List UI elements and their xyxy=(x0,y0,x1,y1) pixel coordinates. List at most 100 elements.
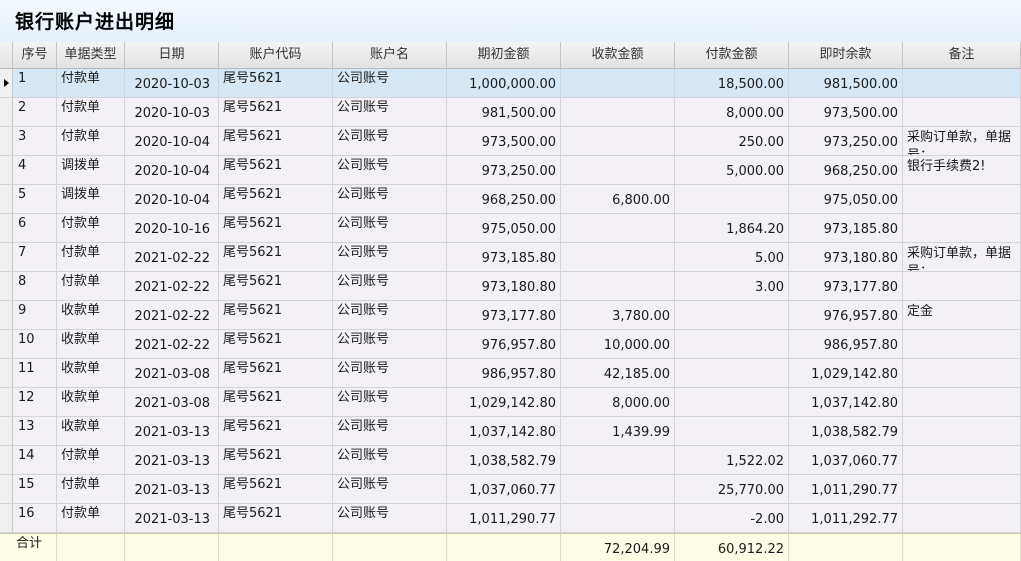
table-row[interactable]: 7 付款单 2021-02-22 尾号5621 公司账号 973,185.80 5.00 97… xyxy=(0,243,1021,272)
header-col-receipt-amount[interactable]: 收款金额 xyxy=(561,42,675,68)
cell-opening-amount[interactable]: 976,957.80 xyxy=(447,330,561,358)
cell-opening-amount[interactable]: 975,050.00 xyxy=(447,214,561,242)
cell-date[interactable]: 2020-10-03 xyxy=(125,98,219,126)
cell-payment-amount[interactable]: 5,000.00 xyxy=(675,156,789,184)
cell-receipt-amount[interactable] xyxy=(561,243,675,271)
table-row[interactable]: 1 付款单 2020-10-03 尾号5621 公司账号 1,000,000.00 18,5… xyxy=(0,69,1021,98)
cell-balance[interactable]: 973,250.00 xyxy=(789,127,903,155)
cell-doc-type[interactable]: 收款单 xyxy=(57,301,125,329)
cell-date[interactable]: 2021-03-13 xyxy=(125,475,219,503)
cell-index[interactable]: 13 xyxy=(13,417,57,445)
cell-balance[interactable]: 976,957.80 xyxy=(789,301,903,329)
cell-account-code[interactable]: 尾号5621 xyxy=(219,127,333,155)
cell-payment-amount[interactable]: -2.00 xyxy=(675,504,789,532)
cell-account-code[interactable]: 尾号5621 xyxy=(219,69,333,97)
cell-payment-amount[interactable] xyxy=(675,388,789,416)
cell-receipt-amount[interactable] xyxy=(561,98,675,126)
cell-account-name[interactable]: 公司账号 xyxy=(333,504,447,532)
cell-payment-amount[interactable] xyxy=(675,330,789,358)
table-row[interactable]: 5 调拨单 2020-10-04 尾号5621 公司账号 968,250.00 6,800.… xyxy=(0,185,1021,214)
row-indicator[interactable] xyxy=(0,504,13,532)
cell-date[interactable]: 2021-03-08 xyxy=(125,359,219,387)
cell-payment-amount[interactable]: 8,000.00 xyxy=(675,98,789,126)
cell-account-name[interactable]: 公司账号 xyxy=(333,388,447,416)
table-row[interactable]: 15 付款单 2021-03-13 尾号5621 公司账号 1,037,060.77 25,… xyxy=(0,475,1021,504)
row-indicator[interactable] xyxy=(0,156,13,184)
table-row[interactable]: 13 收款单 2021-03-13 尾号5621 公司账号 1,037,142.80 1,4… xyxy=(0,417,1021,446)
cell-doc-type[interactable]: 调拨单 xyxy=(57,185,125,213)
cell-account-code[interactable]: 尾号5621 xyxy=(219,417,333,445)
cell-account-name[interactable]: 公司账号 xyxy=(333,243,447,271)
cell-doc-type[interactable]: 付款单 xyxy=(57,214,125,242)
cell-index[interactable]: 4 xyxy=(13,156,57,184)
cell-remark[interactable]: 银行手续费2! xyxy=(903,156,1021,184)
cell-date[interactable]: 2021-02-22 xyxy=(125,301,219,329)
cell-remark[interactable]: 采购订单款，单据号： xyxy=(903,243,1021,271)
cell-account-name[interactable]: 公司账号 xyxy=(333,156,447,184)
cell-receipt-amount[interactable] xyxy=(561,475,675,503)
cell-opening-amount[interactable]: 1,038,582.79 xyxy=(447,446,561,474)
header-col-balance[interactable]: 即时余款 xyxy=(789,42,903,68)
cell-doc-type[interactable]: 付款单 xyxy=(57,504,125,532)
cell-opening-amount[interactable]: 973,177.80 xyxy=(447,301,561,329)
row-indicator[interactable] xyxy=(0,330,13,358)
cell-receipt-amount[interactable]: 42,185.00 xyxy=(561,359,675,387)
cell-date[interactable]: 2021-03-13 xyxy=(125,504,219,532)
cell-date[interactable]: 2020-10-04 xyxy=(125,156,219,184)
header-col-payment-amount[interactable]: 付款金额 xyxy=(675,42,789,68)
cell-account-code[interactable]: 尾号5621 xyxy=(219,388,333,416)
cell-opening-amount[interactable]: 973,500.00 xyxy=(447,127,561,155)
cell-receipt-amount[interactable] xyxy=(561,504,675,532)
cell-index[interactable]: 11 xyxy=(13,359,57,387)
cell-balance[interactable]: 975,050.00 xyxy=(789,185,903,213)
cell-doc-type[interactable]: 付款单 xyxy=(57,446,125,474)
cell-remark[interactable]: 采购订单款，单据号： xyxy=(903,127,1021,155)
table-row[interactable]: 14 付款单 2021-03-13 尾号5621 公司账号 1,038,582.79 1,5… xyxy=(0,446,1021,475)
cell-account-code[interactable]: 尾号5621 xyxy=(219,156,333,184)
cell-account-code[interactable]: 尾号5621 xyxy=(219,243,333,271)
table-row[interactable]: 12 收款单 2021-03-08 尾号5621 公司账号 1,029,142.80 8,0… xyxy=(0,388,1021,417)
row-indicator[interactable] xyxy=(0,446,13,474)
cell-remark[interactable]: 定金 xyxy=(903,301,1021,329)
cell-payment-amount[interactable]: 250.00 xyxy=(675,127,789,155)
row-indicator[interactable] xyxy=(0,301,13,329)
cell-date[interactable]: 2021-03-08 xyxy=(125,388,219,416)
cell-remark[interactable] xyxy=(903,272,1021,300)
cell-account-name[interactable]: 公司账号 xyxy=(333,475,447,503)
cell-balance[interactable]: 973,177.80 xyxy=(789,272,903,300)
cell-receipt-amount[interactable]: 3,780.00 xyxy=(561,301,675,329)
cell-doc-type[interactable]: 付款单 xyxy=(57,127,125,155)
cell-balance[interactable]: 968,250.00 xyxy=(789,156,903,184)
table-row[interactable]: 6 付款单 2020-10-16 尾号5621 公司账号 975,050.00 1,864.… xyxy=(0,214,1021,243)
cell-date[interactable]: 2020-10-04 xyxy=(125,185,219,213)
cell-payment-amount[interactable] xyxy=(675,359,789,387)
cell-opening-amount[interactable]: 1,029,142.80 xyxy=(447,388,561,416)
cell-account-name[interactable]: 公司账号 xyxy=(333,359,447,387)
cell-account-name[interactable]: 公司账号 xyxy=(333,301,447,329)
cell-account-name[interactable]: 公司账号 xyxy=(333,98,447,126)
cell-opening-amount[interactable]: 1,037,142.80 xyxy=(447,417,561,445)
cell-receipt-amount[interactable]: 8,000.00 xyxy=(561,388,675,416)
cell-opening-amount[interactable]: 973,250.00 xyxy=(447,156,561,184)
cell-index[interactable]: 15 xyxy=(13,475,57,503)
cell-receipt-amount[interactable] xyxy=(561,214,675,242)
header-col-date[interactable]: 日期 xyxy=(125,42,219,68)
cell-remark[interactable] xyxy=(903,330,1021,358)
cell-balance[interactable]: 1,011,292.77 xyxy=(789,504,903,532)
header-col-account-name[interactable]: 账户名 xyxy=(333,42,447,68)
cell-balance[interactable]: 1,038,582.79 xyxy=(789,417,903,445)
row-indicator[interactable] xyxy=(0,272,13,300)
cell-balance[interactable]: 981,500.00 xyxy=(789,69,903,97)
cell-index[interactable]: 7 xyxy=(13,243,57,271)
table-row[interactable]: 2 付款单 2020-10-03 尾号5621 公司账号 981,500.00 8,000.… xyxy=(0,98,1021,127)
row-indicator[interactable] xyxy=(0,127,13,155)
cell-opening-amount[interactable]: 1,011,290.77 xyxy=(447,504,561,532)
cell-remark[interactable] xyxy=(903,359,1021,387)
cell-payment-amount[interactable]: 3.00 xyxy=(675,272,789,300)
header-col-remark[interactable]: 备注 xyxy=(903,42,1021,68)
cell-remark[interactable] xyxy=(903,69,1021,97)
cell-opening-amount[interactable]: 986,957.80 xyxy=(447,359,561,387)
cell-payment-amount[interactable]: 18,500.00 xyxy=(675,69,789,97)
table-row[interactable]: 8 付款单 2021-02-22 尾号5621 公司账号 973,180.80 3.00 97… xyxy=(0,272,1021,301)
cell-date[interactable]: 2021-02-22 xyxy=(125,243,219,271)
